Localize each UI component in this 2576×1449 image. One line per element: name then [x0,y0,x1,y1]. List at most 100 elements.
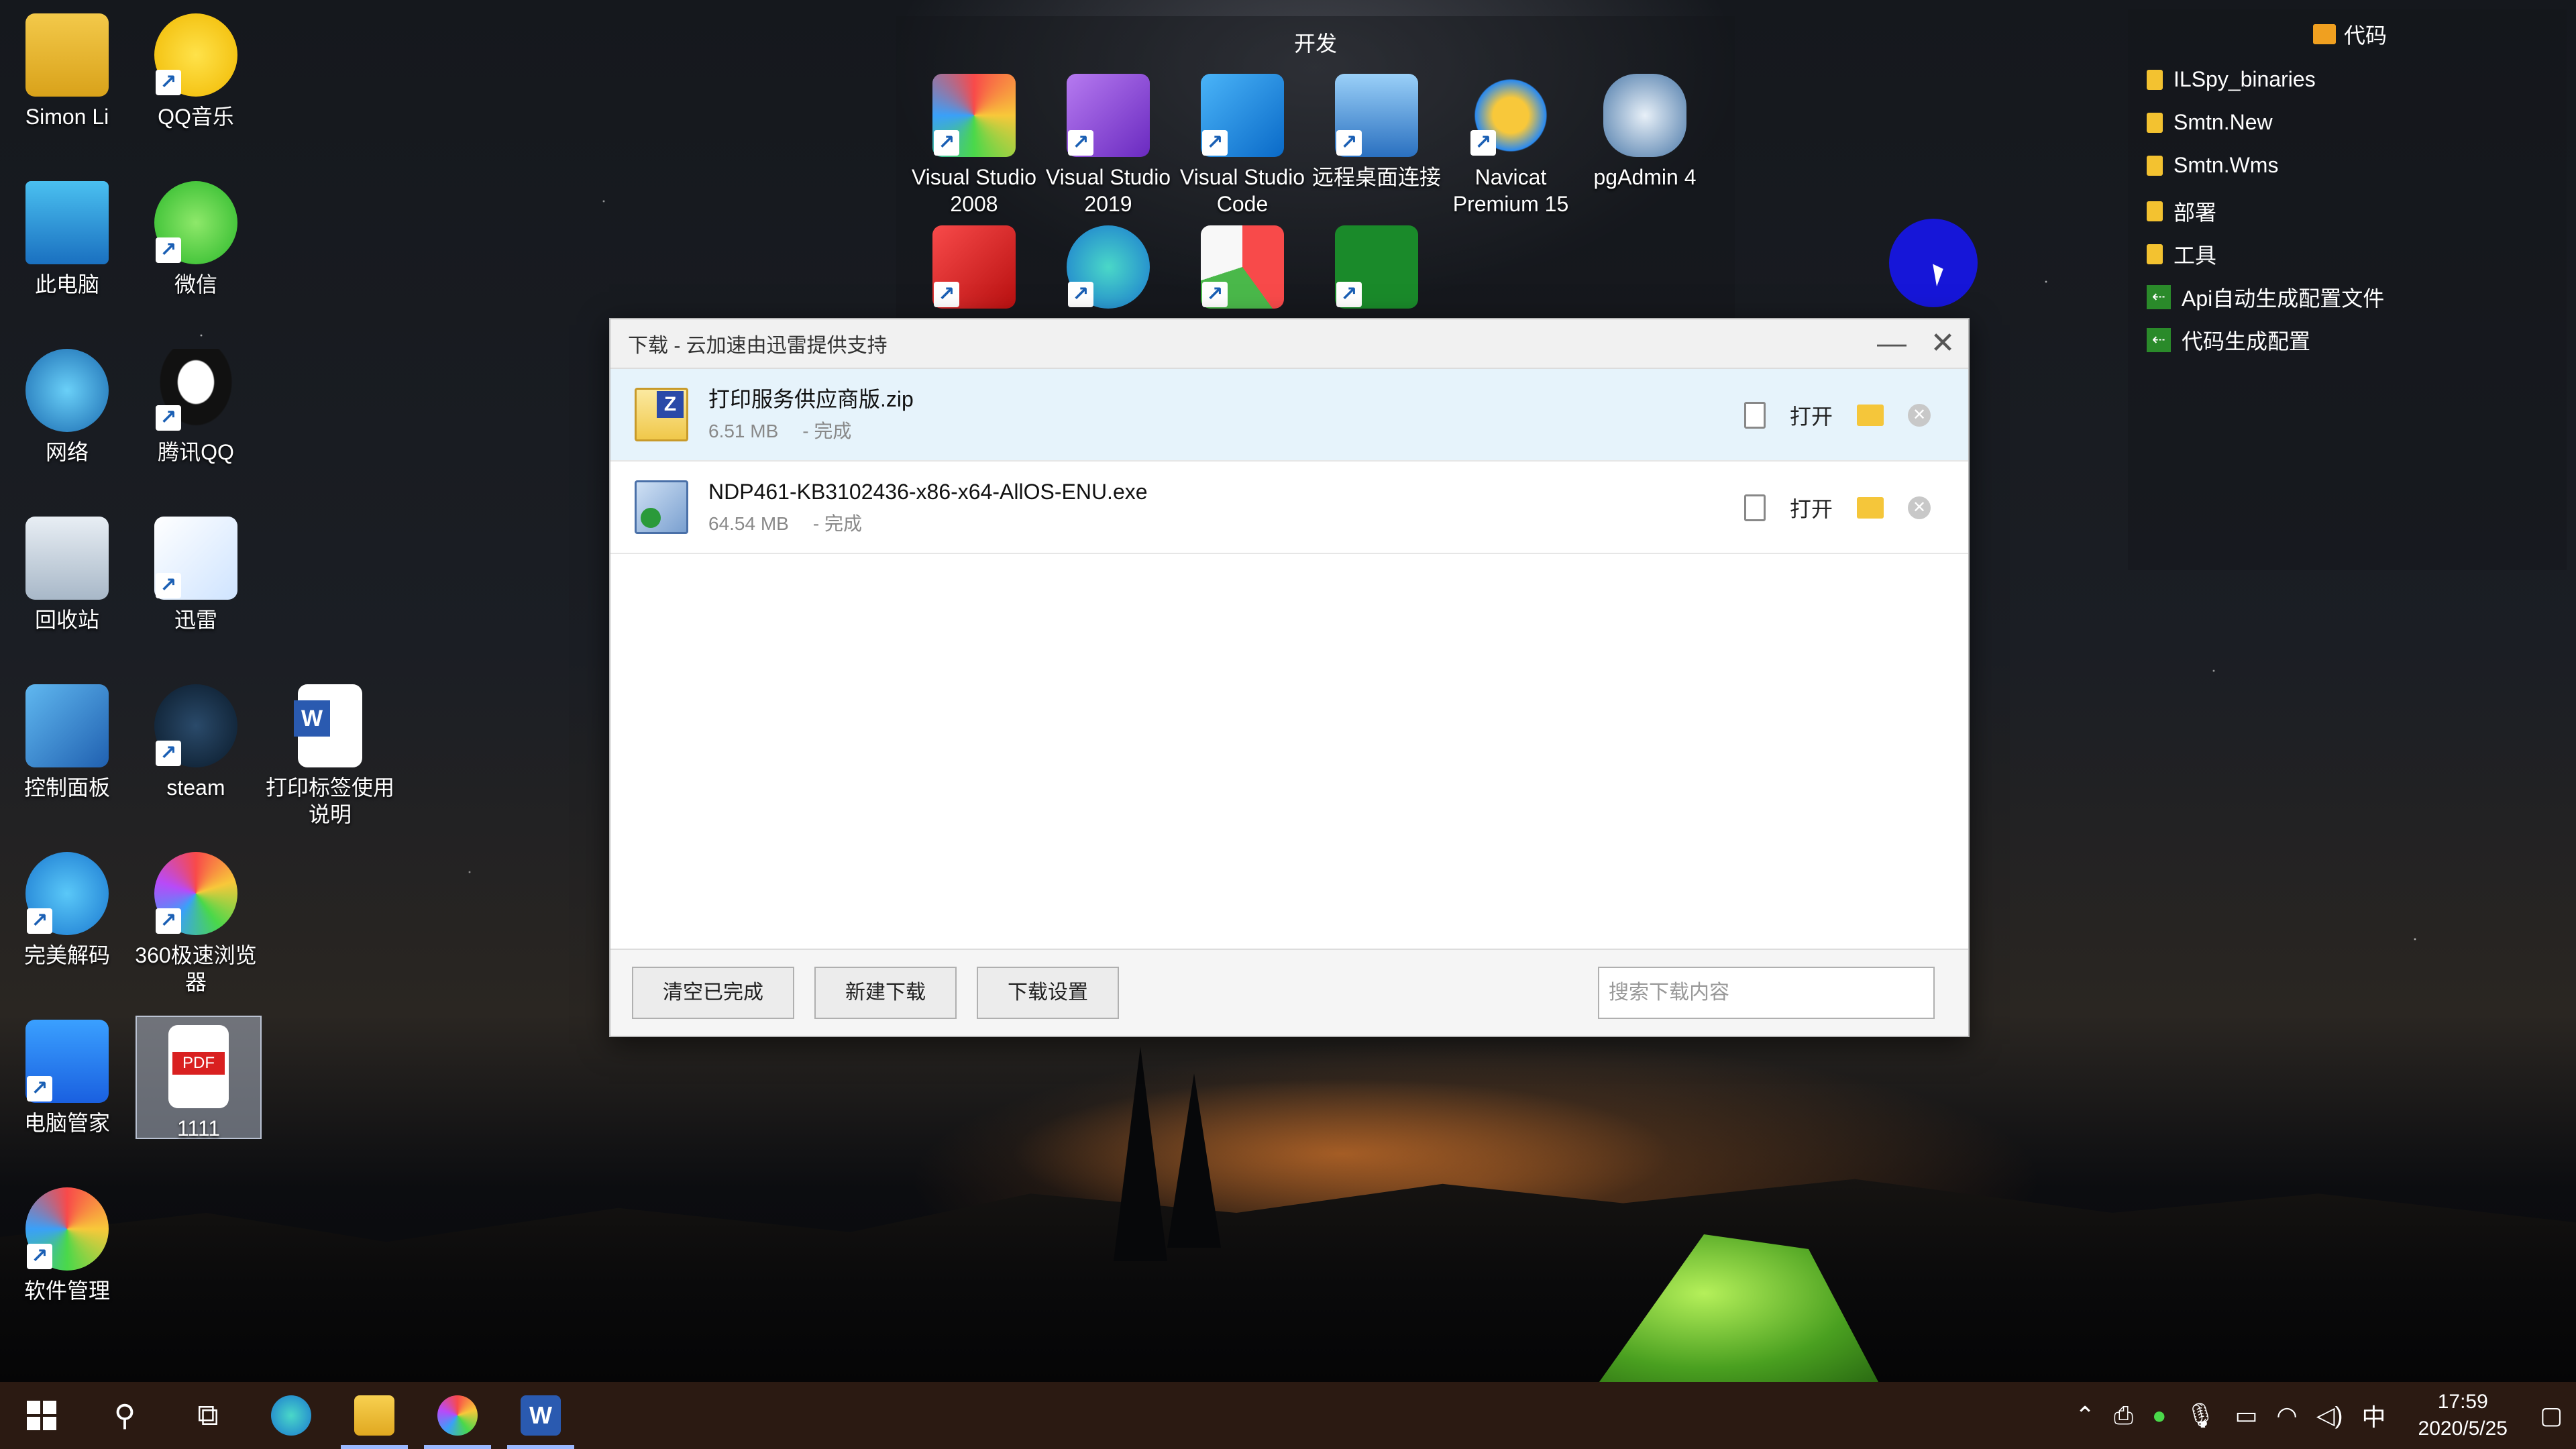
battery-icon[interactable]: ▭ [2235,1401,2257,1430]
code-fence-item[interactable]: Smtn.New [2147,110,2273,135]
download-window-titlebar[interactable]: 下载 - 云加速由迅雷提供支持 — ✕ [610,319,1968,369]
wechat-tray-icon[interactable]: ● [2152,1401,2167,1430]
player-icon: ↗ [25,852,109,935]
download-window: 下载 - 云加速由迅雷提供支持 — ✕ Z 打印服务供应商版.zip 6.51 … [609,318,1970,1037]
desktop-icon-word-doc[interactable]: W 打印标签使用说明 [263,684,397,828]
notification-center-icon[interactable]: ▢ [2540,1401,2563,1430]
open-file-icon[interactable] [1743,494,1766,521]
green-plug-icon: ⇠ [2147,285,2171,309]
task-view-button[interactable]: ⧉ [166,1382,250,1449]
desktop-icon-this-pc[interactable]: 此电脑 [0,181,134,298]
fence-item-label: Visual Studio Code [1179,165,1305,216]
exe-installer-icon [635,480,688,534]
new-download-button[interactable]: 新建下载 [814,967,957,1019]
desktop-icon-label: 打印标签使用说明 [265,775,394,826]
fence-item-vs2008[interactable]: ↗ Visual Studio 2008 [907,74,1041,217]
desktop-icon-user[interactable]: Simon Li [0,13,134,130]
search-downloads-input[interactable] [1598,967,1935,1019]
show-hidden-icons-chevron-icon[interactable]: ⌃ [2075,1401,2095,1430]
edge-icon: ↗ [1067,225,1150,309]
desktop-icon-qq-music[interactable]: ↗ QQ音乐 [129,13,263,130]
desktop-icon-steam[interactable]: ↗ steam [129,684,263,801]
code-fence-item[interactable]: ⇠ 代码生成配置 [2147,325,2310,356]
taskbar-word[interactable]: W [499,1382,582,1449]
wallpaper-tree [1167,1073,1221,1248]
pdf-file-icon: PDF [168,1025,229,1108]
code-fence-item[interactable]: 工具 [2147,239,2216,270]
shortcut-arrow-icon: ↗ [156,237,181,263]
desktop-icon-recycle-bin[interactable]: 回收站 [0,517,134,633]
code-fence-item[interactable]: ⇠ Api自动生成配置文件 [2147,282,2384,313]
fence-item-remote-desktop[interactable]: ↗ 远程桌面连接 [1309,74,1444,191]
close-button[interactable]: ✕ [1917,319,1968,368]
remove-item-icon[interactable]: ✕ [1908,404,1931,427]
desktop-icon-qq[interactable]: ↗ 腾讯QQ [129,349,263,466]
volume-icon[interactable]: ◁) [2316,1401,2343,1430]
folder-icon [2147,155,2163,176]
download-settings-button[interactable]: 下载设置 [977,967,1119,1019]
qq-music-icon: ↗ [154,13,237,97]
shortcut-arrow-icon: ↗ [156,908,181,934]
pgadmin-elephant-icon [1603,74,1686,157]
printer-icon[interactable]: ⎙ [2114,1401,2133,1430]
computer-icon [25,181,109,264]
taskbar-edge[interactable] [250,1382,333,1449]
fence-item-red-app[interactable]: ↗ [907,225,1041,315]
taskbar-file-explorer[interactable] [333,1382,416,1449]
desktop-icon-label: Simon Li [25,105,109,129]
download-item[interactable]: Z 打印服务供应商版.zip 6.51 MB - 完成 打开 ✕ [610,369,1968,462]
desktop-icon-360-browser[interactable]: ↗ 360极速浏览器 [129,852,263,996]
code-fence-item-label: 工具 [2174,244,2217,268]
window-title: 下载 - 云加速由迅雷提供支持 [628,335,888,357]
code-fence-item[interactable]: ILSpy_binaries [2147,67,2316,92]
desktop-icon-label: 迅雷 [174,608,217,632]
desktop-icon-pdf-1111[interactable]: PDF 1111 [136,1016,262,1140]
fence-item-vs2019[interactable]: ↗ Visual Studio 2019 [1041,74,1175,217]
fence-item-navicat[interactable]: ↗ Navicat Premium 15 [1444,74,1578,217]
minimize-button[interactable]: — [1866,319,1917,368]
desktop-icon-label: 微信 [174,272,217,297]
wallpaper-tree [1114,1046,1167,1261]
code-fence-item[interactable]: 部署 [2147,196,2216,227]
clear-completed-button[interactable]: 清空已完成 [632,967,794,1019]
desktop-icon-label: 回收站 [34,608,99,632]
fence-item-vscode[interactable]: ↗ Visual Studio Code [1175,74,1309,217]
vscode-icon: ↗ [1201,74,1284,157]
fence-item-edge[interactable]: ↗ [1041,225,1175,315]
microphone-icon[interactable]: 🎙︎ [2186,1401,2216,1430]
chart-app-icon: ↗ [1201,225,1284,309]
code-fence-item[interactable]: Smtn.Wms [2147,153,2278,178]
open-button[interactable]: 打开 [1790,400,1833,431]
mouse-pointer-icon [1933,262,1946,286]
visual-studio-2008-icon: ↗ [932,74,1016,157]
desktop-icon-pc-manager[interactable]: ↗ 电脑管家 [0,1020,134,1136]
desktop-icon-thunder[interactable]: ↗ 迅雷 [129,517,263,633]
open-button[interactable]: 打开 [1790,492,1833,523]
open-file-icon[interactable] [1743,402,1766,429]
start-button[interactable] [0,1382,83,1449]
taskbar-360-browser[interactable] [416,1382,499,1449]
code-fence-item-label: Smtn.New [2174,110,2273,134]
remove-item-icon[interactable]: ✕ [1908,496,1931,519]
desktop-icon-control-panel[interactable]: 控制面板 [0,684,134,801]
desktop-icon-network[interactable]: 网络 [0,349,134,466]
wifi-icon[interactable]: ◠ [2276,1401,2297,1430]
fence-item-chart-app[interactable]: ↗ [1175,225,1309,315]
code-fence-item-label: Smtn.Wms [2174,153,2279,177]
open-folder-icon[interactable] [1857,405,1884,426]
desktop-icon-software-manager[interactable]: ↗ 软件管理 [0,1187,134,1304]
fence-item-green-app[interactable]: ↗ [1309,225,1444,315]
fence-title: 开发 [1293,32,1337,56]
ime-indicator[interactable]: 中 [2362,1398,2386,1433]
fence-item-pgadmin[interactable]: pgAdmin 4 [1578,74,1712,191]
download-item[interactable]: NDP461-KB3102436-x86-x64-AllOS-ENU.exe 6… [610,462,1968,554]
open-folder-icon[interactable] [1857,497,1884,519]
folder-icon [2147,69,2163,90]
desktop-icon-player[interactable]: ↗ 完美解码 [0,852,134,969]
shortcut-arrow-icon: ↗ [27,1244,52,1269]
clock[interactable]: 17:59 2020/5/25 [2418,1389,2508,1442]
search-button[interactable]: ⚲ [83,1382,166,1449]
shortcut-arrow-icon: ↗ [27,908,52,934]
desktop-icon-wechat[interactable]: ↗ 微信 [129,181,263,298]
desktop-icon-label: 腾讯QQ [158,440,234,464]
